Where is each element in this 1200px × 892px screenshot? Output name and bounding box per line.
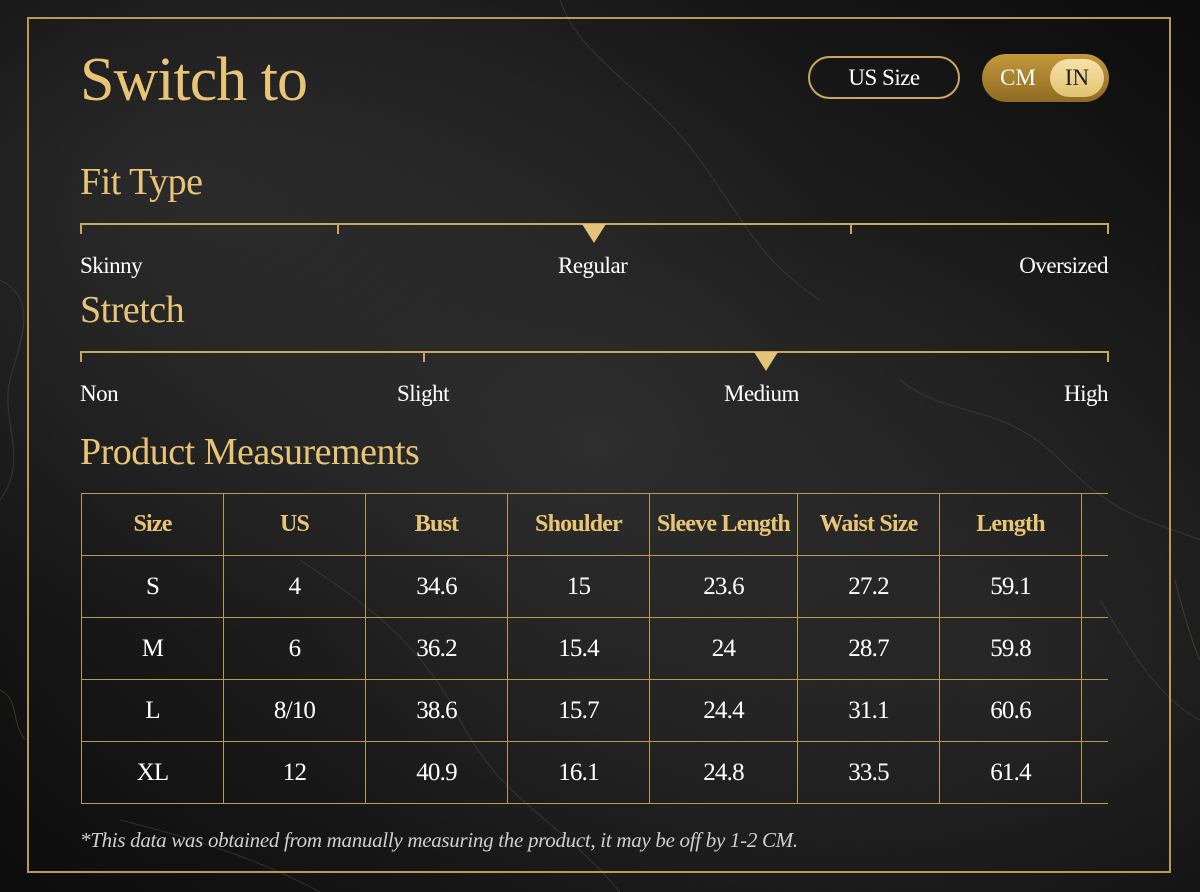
stretch-tick [1107,351,1109,362]
table-edge-cell [1081,741,1108,804]
unit-option-in[interactable]: IN [1050,59,1104,97]
fit-type-tick [1107,223,1109,234]
table-header-row: Size US Bust Shoulder Sleeve Length Wais… [81,493,1108,556]
fit-type-heading: Fit Type [80,161,203,203]
table-cell: 40.9 [365,741,508,804]
table-cell: 59.8 [939,617,1082,680]
column-header: Waist Size [797,493,940,556]
column-header: US [223,493,366,556]
stretch-tick [80,351,82,362]
table-cell: 24.8 [649,741,798,804]
table-edge-cell [1081,617,1108,680]
stretch-label-slight: Slight [397,381,449,406]
table-cell: 59.1 [939,555,1082,618]
table-cell: 15.4 [507,617,650,680]
unit-toggle[interactable]: CM IN [982,54,1109,102]
table-cell: 38.6 [365,679,508,742]
table-cell: 12 [223,741,366,804]
table-cell: 8/10 [223,679,366,742]
table-cell: 16.1 [507,741,650,804]
column-header: Sleeve Length [649,493,798,556]
page-title: Switch to [80,46,308,114]
stretch-marker [754,352,778,371]
fit-type-tick [850,223,852,234]
stretch-scale-line [80,351,1109,353]
table-cell: 23.6 [649,555,798,618]
table-cell: 15.7 [507,679,650,742]
fit-type-label-regular: Regular [558,253,628,278]
table-cell: 27.2 [797,555,940,618]
table-cell: 60.6 [939,679,1082,742]
table-edge-cell [1081,555,1108,618]
table-cell: 61.4 [939,741,1082,804]
table-cell: 31.1 [797,679,940,742]
table-row: M 6 36.2 15.4 24 28.7 59.8 [81,617,1108,680]
table-cell: 24.4 [649,679,798,742]
table-cell: 15 [507,555,650,618]
table-edge-cell [1081,679,1108,742]
stretch-heading: Stretch [80,289,185,331]
unit-option-cm[interactable]: CM [982,54,1054,102]
table-row: L 8/10 38.6 15.7 24.4 31.1 60.6 [81,679,1108,742]
table-cell: S [81,555,224,618]
measurement-footnote: *This data was obtained from manually me… [80,828,798,852]
table-cell: M [81,617,224,680]
measurements-table: Size US Bust Shoulder Sleeve Length Wais… [81,493,1108,804]
table-cell: 28.7 [797,617,940,680]
measurements-heading: Product Measurements [80,431,420,473]
table-cell: 34.6 [365,555,508,618]
stretch-label-non: Non [80,381,119,406]
table-row: S 4 34.6 15 23.6 27.2 59.1 [81,555,1108,618]
table-cell: 24 [649,617,798,680]
stretch-label-medium: Medium [724,381,799,406]
column-header: Size [81,493,224,556]
fit-type-label-oversized: Oversized [1019,253,1108,278]
us-size-button[interactable]: US Size [808,56,960,99]
fit-type-label-skinny: Skinny [80,253,143,278]
column-header: Shoulder [507,493,650,556]
table-cell: XL [81,741,224,804]
table-cell: 6 [223,617,366,680]
table-row: XL 12 40.9 16.1 24.8 33.5 61.4 [81,741,1108,804]
table-cell: 33.5 [797,741,940,804]
table-edge-cell [1081,493,1108,556]
fit-type-marker [582,224,606,243]
fit-type-tick [80,223,82,234]
stretch-label-high: High [1064,381,1109,406]
table-cell: L [81,679,224,742]
table-cell: 36.2 [365,617,508,680]
column-header: Length [939,493,1082,556]
column-header: Bust [365,493,508,556]
stretch-tick [423,351,425,362]
fit-type-tick [337,223,339,234]
table-cell: 4 [223,555,366,618]
